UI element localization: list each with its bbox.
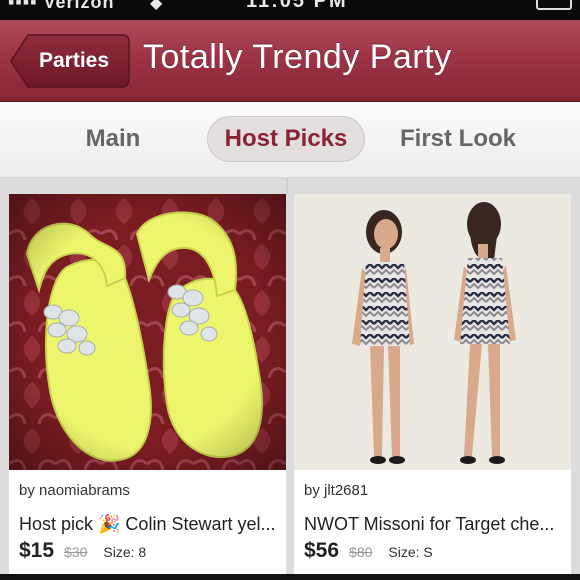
listing-card[interactable]: by jlt2681 NWOT Missoni for Target che..…	[294, 194, 571, 574]
size-label: Size: S	[388, 544, 433, 560]
bottom-edge	[0, 574, 580, 580]
chevron-dress-photo[interactable]	[294, 194, 571, 470]
grid-divider	[286, 178, 288, 194]
tab-first-look[interactable]: First Look	[393, 116, 523, 162]
battery-icon	[536, 0, 572, 10]
tab-main[interactable]: Main	[62, 116, 164, 162]
price-row: $15 $30 Size: 8	[19, 539, 146, 563]
wifi-icon: ◆	[150, 0, 163, 12]
price: $15	[19, 539, 55, 562]
listing-card[interactable]: by naomiabrams Host pick 🎉 Colin Stewart…	[9, 194, 286, 574]
original-price: $30	[64, 544, 88, 560]
page-title: Totally Trendy Party	[143, 38, 452, 76]
nav-header: Parties Totally Trendy Party	[0, 20, 580, 102]
tab-bar: Main Host Picks First Look	[0, 102, 580, 178]
carrier-label: ▪▪▪▪ Verizon	[8, 0, 115, 12]
seller-name[interactable]: by naomiabrams	[19, 482, 130, 499]
yellow-sandals-photo[interactable]	[9, 194, 286, 470]
listing-title[interactable]: NWOT Missoni for Target che...	[304, 514, 564, 535]
price-row: $56 $80 Size: S	[304, 539, 433, 563]
clock: 11:05 PM	[246, 0, 348, 12]
seller-name[interactable]: by jlt2681	[304, 482, 368, 499]
price: $56	[304, 539, 340, 562]
original-price: $80	[349, 544, 373, 560]
back-button[interactable]: Parties	[10, 34, 130, 88]
back-button-label: Parties	[38, 49, 110, 72]
size-label: Size: 8	[103, 544, 147, 560]
listing-title[interactable]: Host pick 🎉 Colin Stewart yel...	[19, 514, 279, 535]
listing-grid: by naomiabrams Host pick 🎉 Colin Stewart…	[0, 178, 580, 574]
tab-host-picks[interactable]: Host Picks	[207, 116, 365, 162]
status-bar: ▪▪▪▪ Verizon ◆ 11:05 PM	[0, 0, 580, 20]
